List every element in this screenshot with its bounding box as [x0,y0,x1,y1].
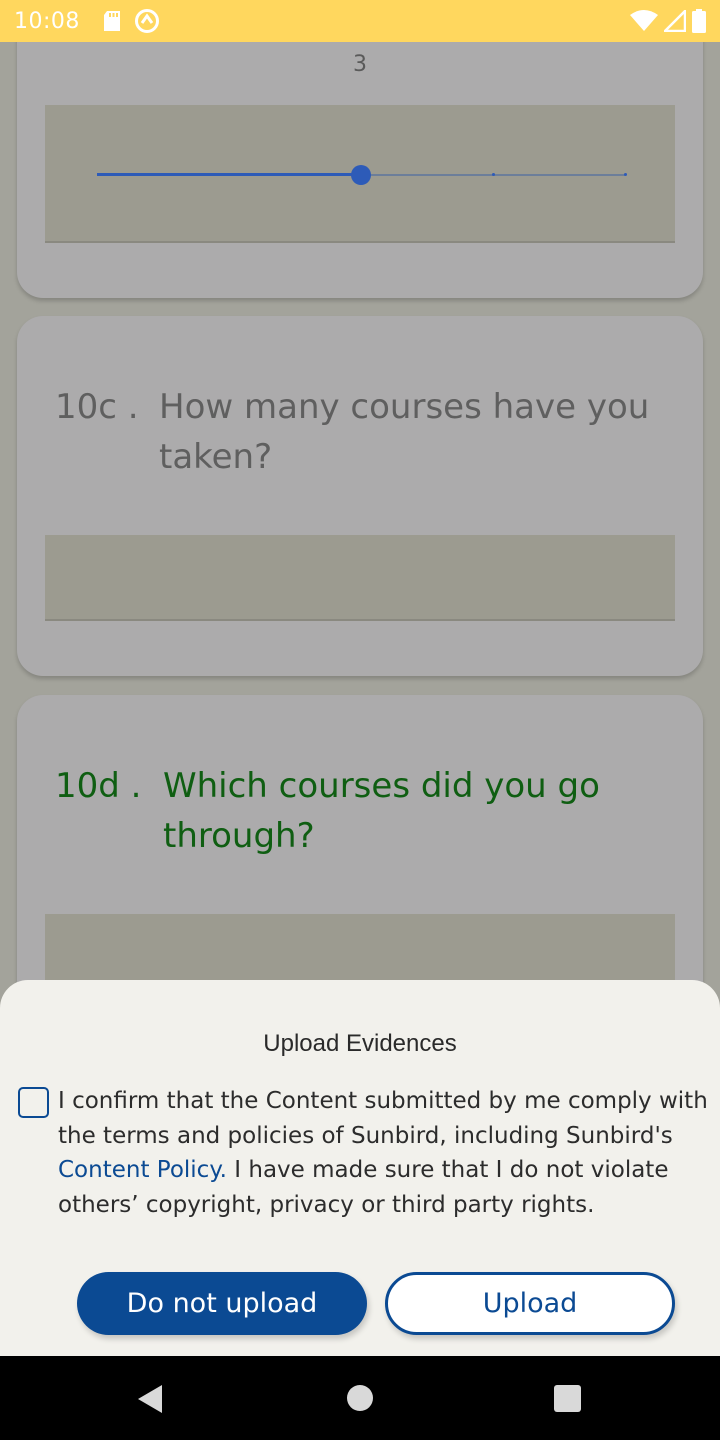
sd-card-icon [103,11,120,31]
home-icon[interactable] [347,1385,373,1411]
answer-input-10c[interactable] [45,535,675,621]
question-10c: 10c . How many courses have you taken? [55,382,673,482]
status-icons-right [630,9,706,33]
back-icon[interactable] [137,1384,163,1414]
consent-prefix: I confirm that the Content submitted by … [58,1088,708,1149]
slider-answer-box [45,105,675,243]
wifi-icon [630,10,658,31]
status-time: 10:08 [14,8,80,34]
upload-button[interactable]: Upload [385,1272,675,1335]
sheet-title: Upload Evidences [263,1030,457,1057]
slider-tick [492,173,495,176]
consent-checkbox[interactable] [18,1087,49,1118]
question-text: Which courses did you go through? [163,766,600,856]
slider-thumb[interactable] [351,165,371,185]
system-nav-bar [0,1356,720,1440]
question-number: 10c . [55,387,139,427]
slider-tick [624,173,627,176]
question-number: 10d . [55,766,142,806]
range-slider[interactable] [97,165,627,185]
consent-text: I confirm that the Content submitted by … [58,1084,708,1222]
question-text: How many courses have you taken? [159,387,650,477]
upload-evidences-sheet: Upload Evidences I confirm that the Cont… [0,980,720,1356]
slider-value-label: 3 [353,52,367,77]
recents-icon[interactable] [554,1385,581,1412]
status-bar: 10:08 [0,0,720,42]
consent-row: I confirm that the Content submitted by … [18,1084,708,1222]
sync-icon [134,9,159,33]
battery-icon [692,9,706,33]
question-10d: 10d . Which courses did you go through? [55,761,673,861]
content-policy-link[interactable]: Content Policy. [58,1157,227,1183]
question-card-slider: 3 [17,42,703,298]
status-icons-left [102,8,160,34]
do-not-upload-button[interactable]: Do not upload [77,1272,367,1335]
slider-track-fill [97,173,361,176]
question-card-10c: 10c . How many courses have you taken? [17,316,703,676]
signal-icon [664,10,686,32]
